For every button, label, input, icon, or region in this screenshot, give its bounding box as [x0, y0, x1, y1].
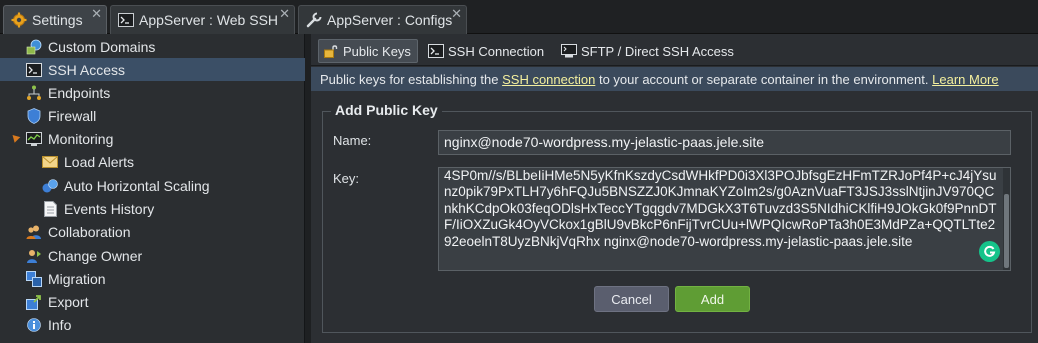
key-textarea[interactable]: 4SP0m//s/BLbeIiHMe5N5yKfnKszdyCsdWHkfPD0… [438, 167, 1011, 271]
sidebar-item-label: Custom Domains [48, 38, 156, 55]
name-label: Name: [333, 133, 372, 148]
close-icon[interactable]: ✕ [91, 7, 102, 20]
main-panel: Public Keys SSH Connection SFTP / Direct… [311, 34, 1038, 343]
info-text: to your account or separate container in… [598, 71, 929, 87]
change-owner-icon [26, 248, 42, 264]
learn-more-link[interactable]: Learn More [932, 72, 998, 87]
tab-label: SFTP / Direct SSH Access [581, 43, 734, 59]
sidebar-item-endpoints[interactable]: Endpoints [0, 81, 305, 104]
export-icon [26, 294, 42, 310]
tab-label: AppServer : Web SSH [139, 12, 279, 28]
cancel-button[interactable]: Cancel [594, 286, 669, 312]
tab-label: AppServer : Configs [327, 12, 453, 28]
close-icon[interactable]: ✕ [279, 7, 290, 20]
terminal-icon [26, 62, 42, 78]
sidebar-item-label: Firewall [48, 107, 97, 124]
sidebar-item-custom-domains[interactable]: Custom Domains [0, 35, 305, 58]
sidebar-item-label: Collaboration [48, 223, 131, 240]
key-scrollbar-thumb[interactable] [1004, 194, 1009, 268]
scaling-icon [42, 178, 58, 194]
collapse-arrow-icon[interactable] [9, 132, 21, 143]
terminal-icon [428, 44, 444, 58]
sidebar: Custom Domains SSH Access Endpoints Fire… [0, 34, 305, 343]
tab-configs[interactable]: AppServer : Configs ✕ [298, 5, 467, 34]
close-icon[interactable]: ✕ [451, 7, 462, 20]
sidebar-item-label: Change Owner [48, 247, 143, 264]
ssh-connection-link[interactable]: SSH connection [502, 72, 595, 87]
sidebar-item-label: SSH Access [48, 61, 126, 78]
info-icon [26, 317, 42, 333]
sidebar-item-label: Load Alerts [64, 153, 135, 170]
migration-icon [26, 270, 42, 287]
users-icon [26, 224, 42, 240]
grammarly-icon[interactable] [979, 241, 1000, 262]
tab-label: Settings [32, 12, 83, 28]
tab-ssh-connection[interactable]: SSH Connection [424, 39, 550, 63]
sidebar-item-events-history[interactable]: Events History [0, 197, 305, 220]
info-text: Public keys for establishing the [320, 71, 499, 87]
tab-web-ssh[interactable]: AppServer : Web SSH ✕ [110, 5, 295, 34]
sidebar-item-migration[interactable]: Migration [0, 267, 305, 290]
info-bar: Public keys for establishing the SSH con… [311, 67, 1038, 91]
sidebar-item-label: Migration [48, 270, 106, 287]
tab-label: SSH Connection [448, 43, 545, 59]
tab-settings[interactable]: Settings ✕ [3, 5, 107, 34]
sidebar-item-label: Events History [64, 200, 155, 217]
tab-label: Public Keys [343, 43, 411, 59]
sidebar-item-ssh-access[interactable]: SSH Access [0, 58, 305, 81]
sidebar-item-label: Monitoring [48, 130, 114, 147]
endpoints-icon [26, 85, 42, 101]
domains-icon [26, 39, 42, 55]
sidebar-item-label: Auto Horizontal Scaling [64, 177, 210, 194]
add-button[interactable]: Add [675, 286, 750, 312]
name-field[interactable]: nginx@node70-wordpress.my-jelastic-paas.… [438, 130, 1011, 155]
sidebar-item-collaboration[interactable]: Collaboration [0, 220, 305, 243]
subtab-bar: Public Keys SSH Connection SFTP / Direct… [311, 34, 1038, 66]
sidebar-item-info[interactable]: Info [0, 313, 305, 336]
sidebar-item-label: Export [48, 293, 89, 310]
fieldset-legend: Add Public Key [331, 102, 442, 118]
sidebar-item-label: Info [48, 316, 72, 333]
monitoring-icon [26, 131, 42, 147]
terminal-icon [117, 11, 135, 29]
envelope-icon [42, 154, 58, 170]
sidebar-item-firewall[interactable]: Firewall [0, 104, 305, 127]
shield-icon [26, 107, 42, 124]
tab-bar: Settings ✕ AppServer : Web SSH ✕ AppServ… [0, 0, 1038, 34]
sidebar-item-auto-horizontal-scaling[interactable]: Auto Horizontal Scaling [0, 174, 305, 197]
sftp-icon [561, 44, 577, 58]
sidebar-item-load-alerts[interactable]: Load Alerts [0, 150, 305, 173]
sidebar-item-change-owner[interactable]: Change Owner [0, 244, 305, 267]
tab-sftp-direct-ssh[interactable]: SFTP / Direct SSH Access [557, 39, 740, 63]
lock-icon [323, 44, 339, 58]
sidebar-item-monitoring[interactable]: Monitoring [0, 127, 305, 150]
key-label: Key: [333, 171, 360, 186]
gear-icon [10, 11, 28, 29]
sidebar-item-export[interactable]: Export [0, 290, 305, 313]
document-icon [42, 200, 58, 217]
wrench-icon [305, 11, 323, 29]
tab-public-keys[interactable]: Public Keys [318, 39, 418, 63]
sidebar-item-label: Endpoints [48, 84, 111, 101]
